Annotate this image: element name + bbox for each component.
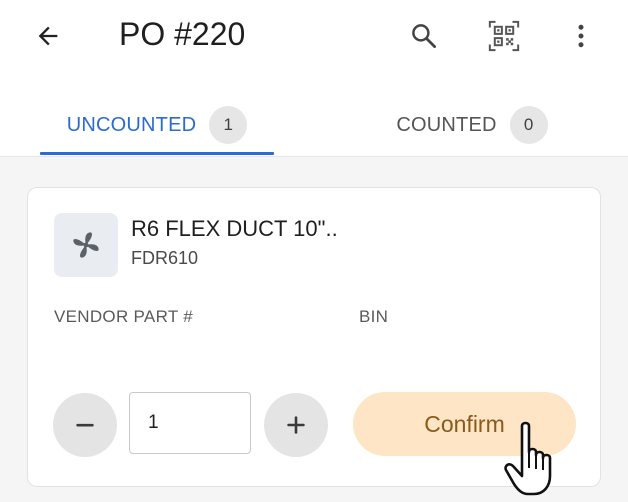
scan-button[interactable] (484, 16, 524, 56)
app-header: PO #220 (0, 0, 628, 76)
item-thumbnail (54, 213, 118, 277)
tab-uncounted[interactable]: UNCOUNTED 1 (40, 96, 274, 154)
vendor-part-label: VENDOR PART # (54, 307, 193, 326)
tab-uncounted-label: UNCOUNTED (66, 113, 197, 136)
search-icon (412, 24, 436, 48)
tab-counted-count-badge: 0 (509, 106, 548, 144)
active-tab-indicator (40, 152, 274, 155)
minus-icon (76, 423, 94, 427)
decrement-button[interactable] (53, 393, 117, 457)
app-screen: PO #220 UNCOUNTED 1 COUNTED 0 R6 FLEX DU… (0, 0, 628, 502)
tab-uncounted-count-badge: 1 (209, 106, 248, 144)
tab-counted-label: COUNTED (396, 113, 497, 136)
quantity-input[interactable] (129, 392, 251, 454)
tab-counted[interactable]: COUNTED 0 (372, 96, 572, 154)
bin-label: BIN (359, 307, 389, 326)
arrow-left-icon (38, 26, 58, 46)
fan-icon (73, 232, 99, 258)
hand-pointer-icon (504, 421, 552, 496)
item-name: R6 FLEX DUCT 10".. (131, 216, 338, 241)
back-button[interactable] (30, 18, 66, 54)
tab-bar: UNCOUNTED 1 COUNTED 0 (0, 96, 628, 157)
plus-icon (287, 416, 305, 434)
more-options-button[interactable] (561, 16, 601, 56)
more-vert-icon (578, 24, 584, 48)
increment-button[interactable] (264, 393, 328, 457)
search-button[interactable] (404, 16, 444, 56)
page-title: PO #220 (119, 16, 246, 52)
item-sku: FDR610 (131, 248, 199, 268)
qr-scan-icon (488, 20, 520, 52)
